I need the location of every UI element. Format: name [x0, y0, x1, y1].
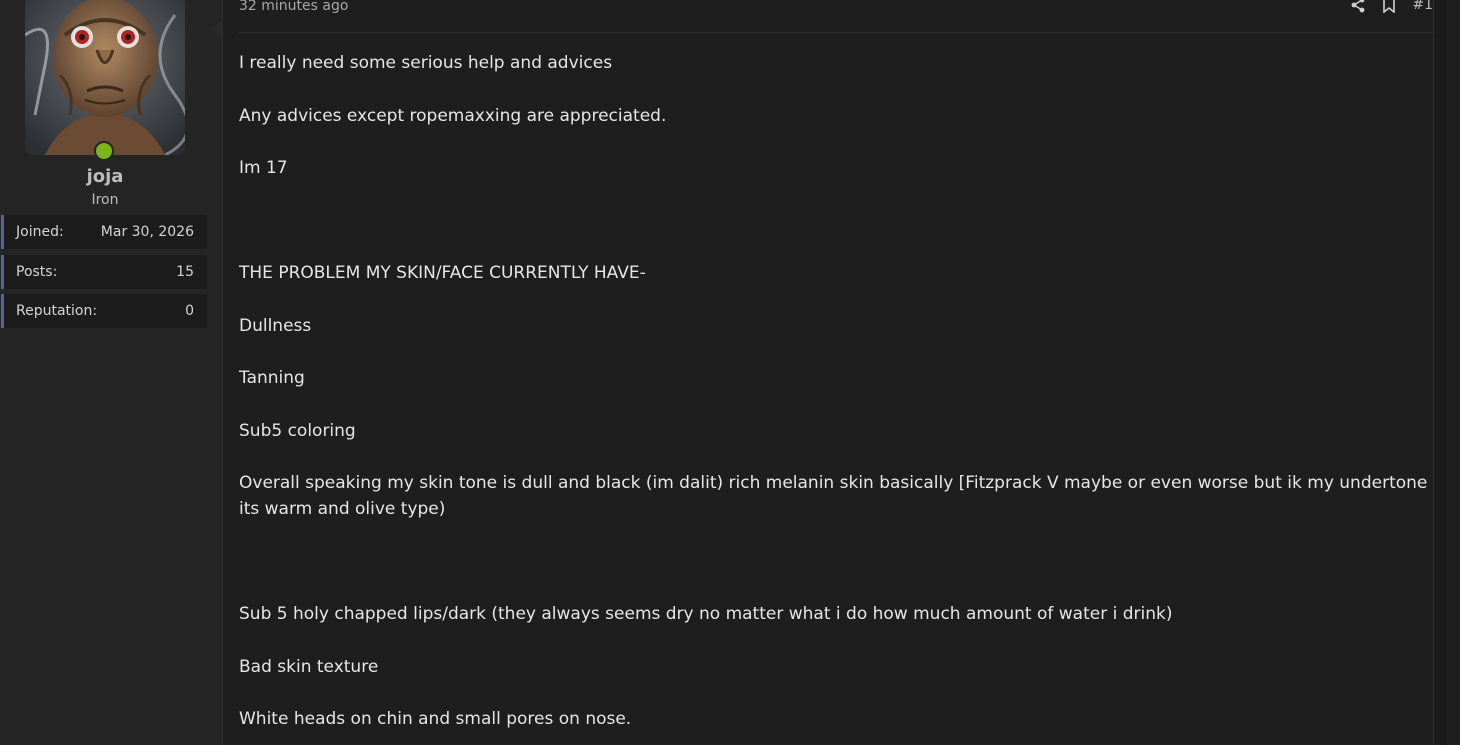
avatar-image [25, 0, 185, 155]
post-paragraph: THE PROBLEM MY SKIN/FACE CURRENTLY HAVE- [239, 263, 646, 283]
post-paragraph: Overall speaking my skin tone is dull an… [239, 473, 1428, 519]
bookmark-icon[interactable] [1382, 0, 1396, 13]
post-timestamp[interactable]: 32 minutes ago [239, 0, 348, 14]
post-paragraph: Any advices except ropemaxxing are appre… [239, 105, 667, 126]
post-number[interactable]: #1 [1412, 0, 1433, 13]
stat-reputation: Reputation: 0 [1, 294, 207, 328]
scrollbar[interactable] [1433, 0, 1447, 745]
post-blank-line [239, 549, 1429, 575]
avatar[interactable] [25, 0, 185, 155]
stat-label: Joined: [16, 224, 64, 240]
post-paragraph: I really need some serious help and advi… [239, 53, 613, 73]
post-paragraph: Sub5 coloring [239, 420, 356, 441]
post-body: I really need some serious help and advi… [239, 50, 1429, 745]
post-actions: #1 [1350, 0, 1433, 13]
stat-value[interactable]: 15 [176, 264, 194, 280]
share-icon[interactable] [1350, 0, 1366, 13]
stat-label: Reputation: [16, 303, 98, 319]
stat-posts: Posts: 15 [1, 255, 207, 289]
post-paragraph: Dullness [239, 315, 312, 336]
post-blank-line [239, 208, 1429, 234]
post-paragraph: Tanning [239, 368, 305, 388]
post-paragraph: Bad skin texture [239, 656, 379, 677]
post-paragraph: Sub 5 holy chapped lips/dark (they alway… [239, 604, 1173, 624]
post-header: 32 minutes ago #1 [239, 0, 1433, 33]
stat-value: 0 [185, 303, 194, 319]
post-paragraph: Im 17 [239, 158, 288, 178]
stat-value: Mar 30, 2026 [100, 224, 194, 240]
page: joja Iron Joined: Mar 30, 2026 Posts: 15… [0, 0, 1460, 745]
stat-joined: Joined: Mar 30, 2026 [1, 215, 207, 249]
online-status-indicator [94, 141, 114, 161]
user-sidebar: joja Iron Joined: Mar 30, 2026 Posts: 15… [0, 0, 223, 745]
user-title: Iron [91, 192, 119, 208]
username[interactable]: joja [0, 166, 210, 187]
stat-label: Posts: [16, 264, 58, 280]
post-paragraph: White heads on chin and small pores on n… [239, 709, 632, 729]
message-notch [213, 20, 222, 38]
